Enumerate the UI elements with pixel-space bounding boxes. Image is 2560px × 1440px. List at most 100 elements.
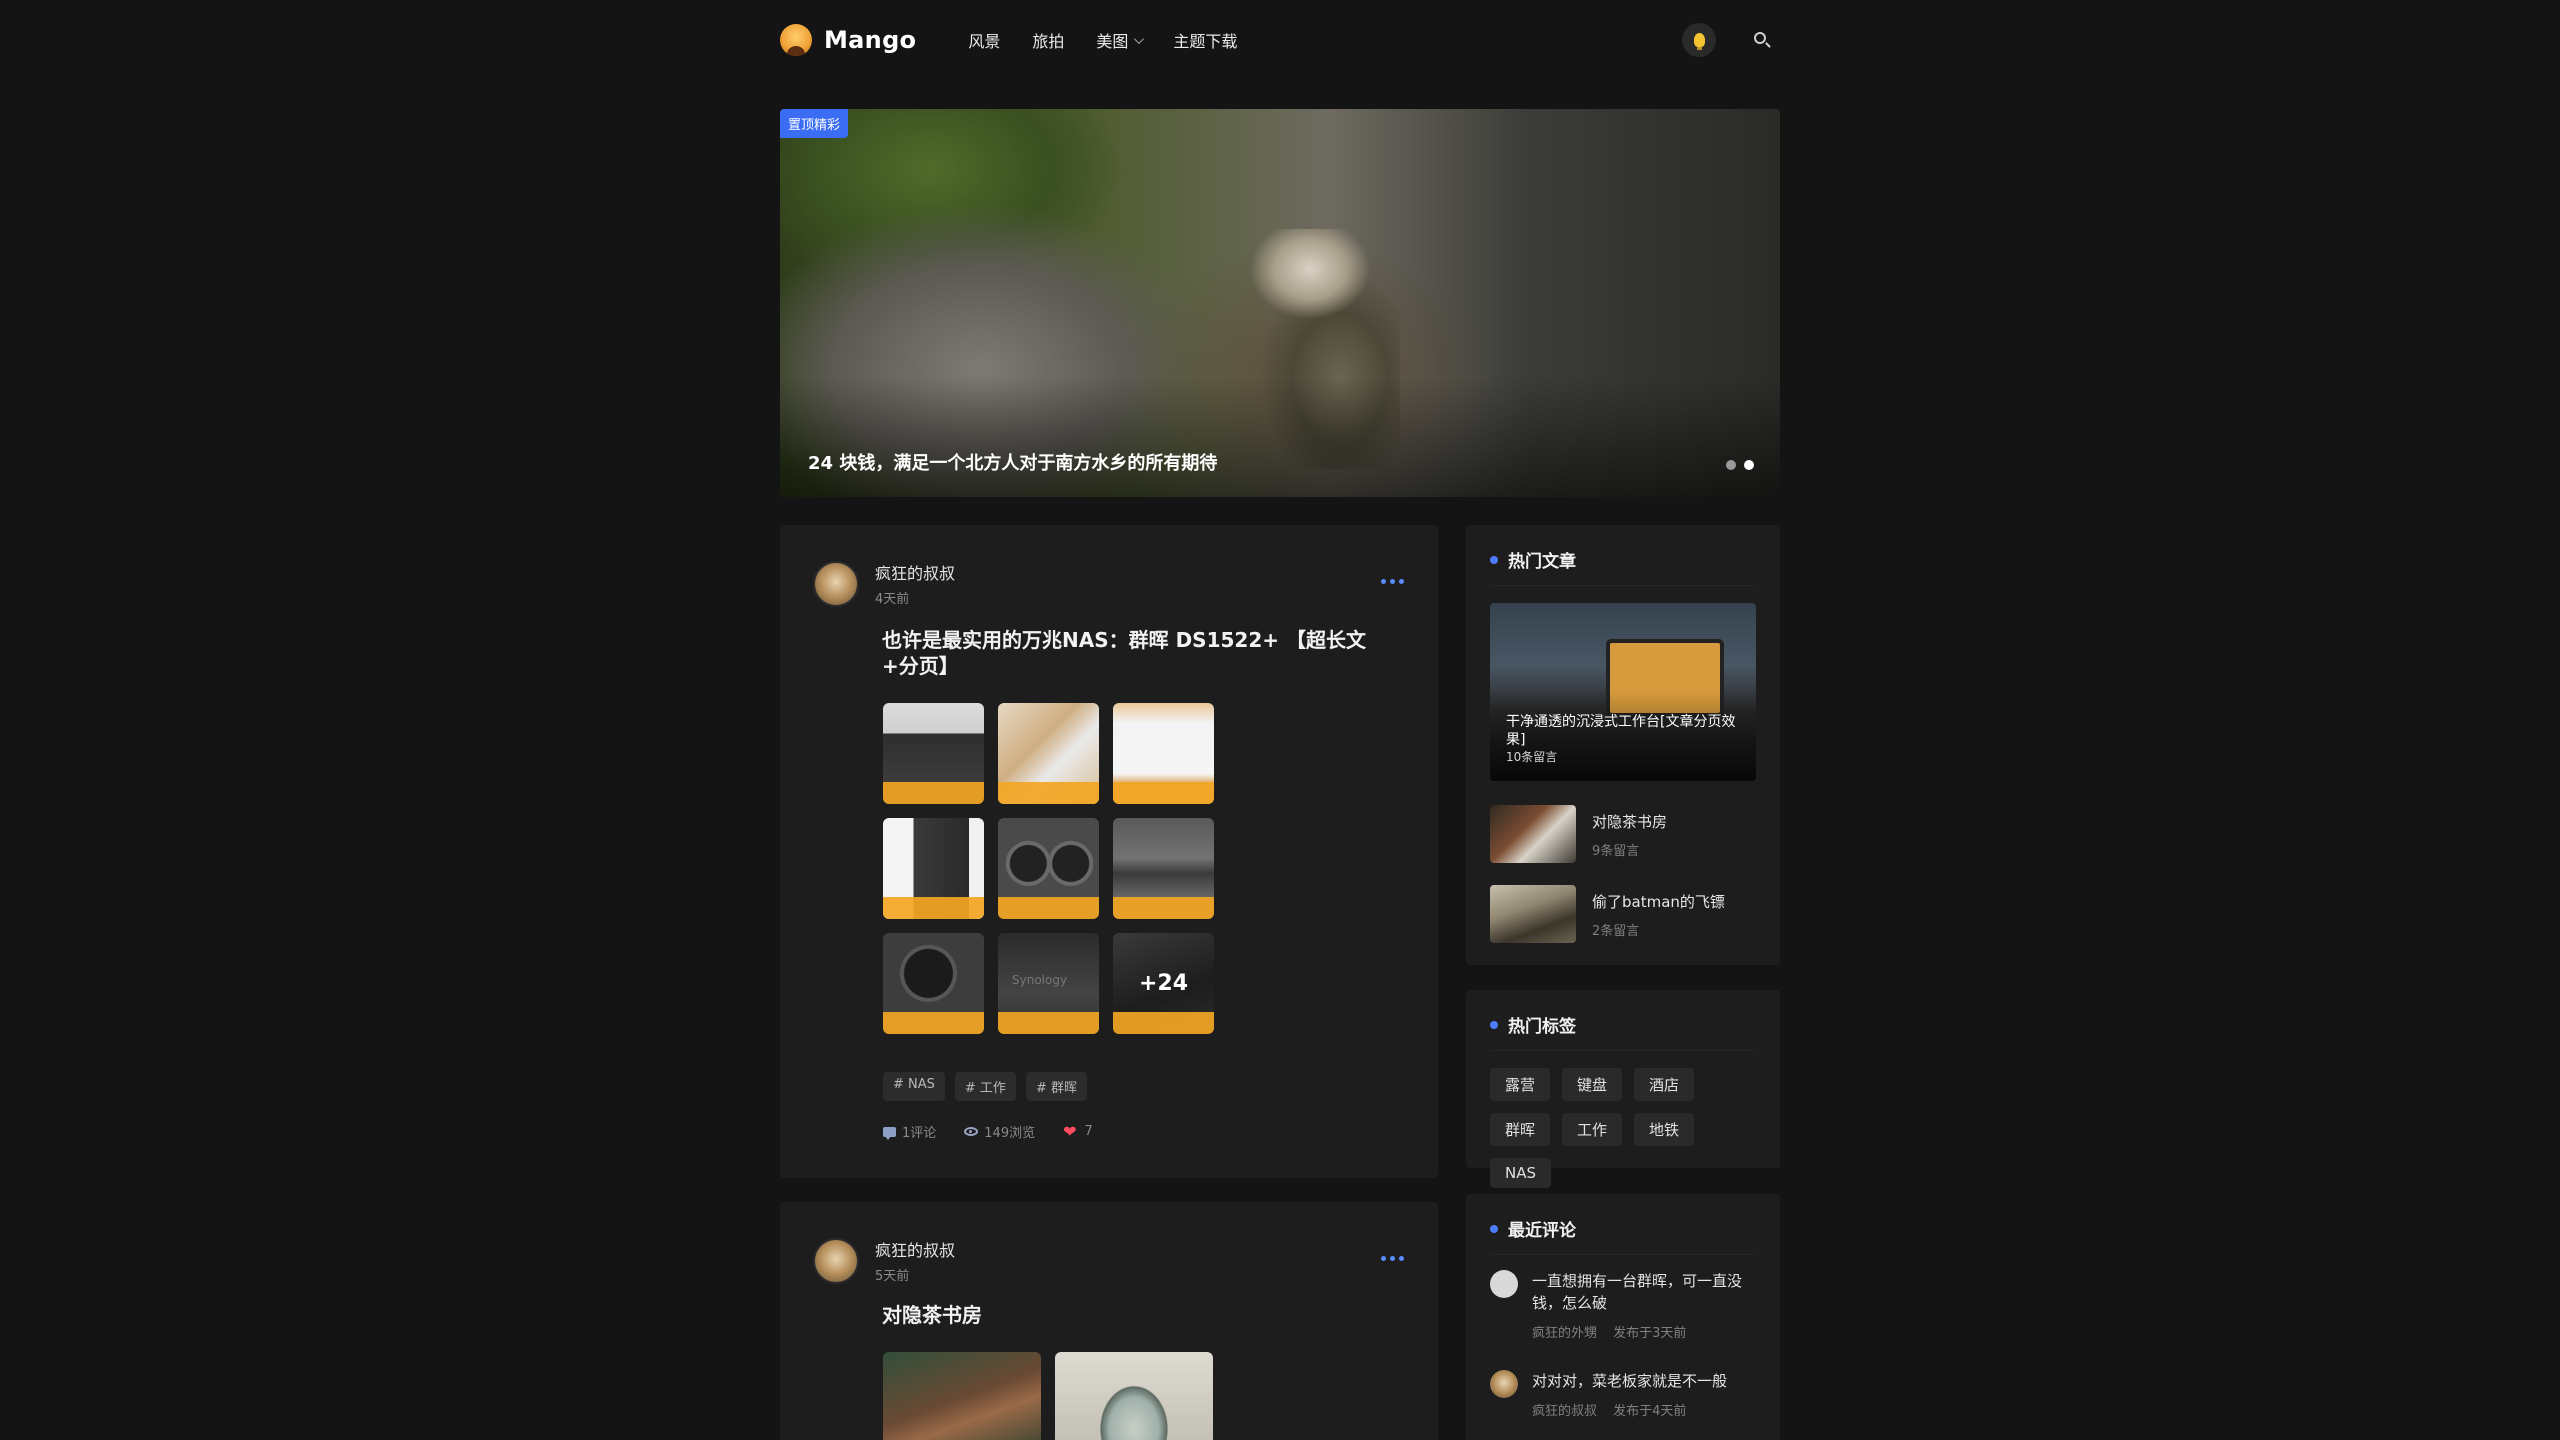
comment-author: 疯狂的叔叔 [1532,1404,1598,1419]
post-image[interactable] [883,818,984,919]
comment-count-label: 1评论 [902,1126,937,1141]
tag-nas[interactable]: # NAS [883,1072,945,1101]
tag-keyboard[interactable]: 键盘 [1562,1068,1623,1101]
hot-articles-widget: 热门文章 干净通透的沉浸式工作台[文章分页效果] 10条留言 对隐茶书房 9条留… [1466,525,1780,965]
top-navbar: Mango 风景 旅拍 美图 主题下载 [780,0,1780,80]
author-meta: 疯狂的叔叔 4天前 [875,560,955,607]
chevron-down-icon [1134,33,1145,44]
tag-work[interactable]: 工作 [1562,1113,1623,1146]
post-image[interactable] [883,933,984,1034]
more-dot-icon [1390,1256,1395,1261]
author-name[interactable]: 疯狂的叔叔 [875,560,955,584]
nav-item-gallery-label: 美图 [1096,32,1129,51]
hot-article-item[interactable]: 偷了batman的飞镖 2条留言 [1490,885,1725,943]
tag-synology[interactable]: # 群晖 [1025,1072,1087,1101]
post-author: 疯狂的叔叔 5天前 [813,1237,955,1284]
more-options-button[interactable] [1377,1256,1404,1261]
post-image[interactable] [883,1352,1041,1440]
divider [1490,1050,1756,1051]
post-image[interactable] [1113,703,1214,804]
post-image[interactable] [998,818,1099,919]
more-dot-icon [1399,579,1404,584]
post-image[interactable] [1113,818,1214,919]
search-icon [1754,32,1766,44]
search-button[interactable] [1752,30,1772,50]
widget-header: 热门标签 [1490,1012,1576,1037]
widget-title: 热门标签 [1508,1017,1576,1037]
post-image[interactable] [998,703,1099,804]
like-button[interactable]: ❤ 7 [1063,1123,1093,1140]
post-title[interactable]: 对隐茶书房 [882,1302,1402,1328]
divider [1490,1254,1756,1255]
post-author: 疯狂的叔叔 4天前 [813,560,955,607]
mango-logo-icon [780,24,812,56]
comment-count[interactable]: 1评论 [883,1122,936,1141]
theme-toggle-button[interactable] [1682,23,1716,57]
post-time: 5天前 [875,1269,910,1284]
post-time: 4天前 [875,592,910,607]
avatar[interactable] [1490,1270,1518,1298]
site-logo[interactable]: Mango [780,24,916,56]
hot-article-meta: 对隐茶书房 9条留言 [1592,805,1667,863]
hot-article-comments: 2条留言 [1592,924,1640,939]
tag-hotel[interactable]: 酒店 [1634,1068,1695,1101]
recent-comments-widget: 最近评论 一直想拥有一台群晖，可一直没钱，怎么破 疯狂的外甥 发布于3天前 对对… [1466,1194,1780,1440]
post-image[interactable] [998,933,1099,1034]
widget-header: 热门文章 [1490,547,1576,572]
comment-item: 一直想拥有一台群晖，可一直没钱，怎么破 疯狂的外甥 发布于3天前 [1490,1270,1760,1341]
tag-subway[interactable]: 地铁 [1634,1113,1695,1146]
carousel-dot-2[interactable] [1744,460,1754,470]
carousel-dot-1[interactable] [1726,460,1736,470]
author-meta: 疯狂的叔叔 5天前 [875,1237,955,1284]
hero-carousel[interactable]: 置顶精彩 24 块钱，满足一个北方人对于南方水乡的所有期待 [780,109,1780,497]
post-image[interactable] [883,703,984,804]
lightbulb-icon [1693,33,1705,50]
nav-item-theme-download[interactable]: 主题下载 [1173,28,1237,52]
tag-camping[interactable]: 露营 [1490,1068,1551,1101]
post-image-grid [883,1352,1227,1440]
post-tags: # NAS # 工作 # 群晖 [883,1072,1097,1101]
carousel-pagination [1718,460,1754,470]
featured-article[interactable]: 干净通透的沉浸式工作台[文章分页效果] 10条留言 [1490,603,1756,781]
hot-article-title: 偷了batman的飞镖 [1592,893,1725,911]
tag-work[interactable]: # 工作 [954,1072,1016,1101]
hero-title[interactable]: 24 块钱，满足一个北方人对于南方水乡的所有期待 [808,449,1217,475]
nav-item-travel-photo[interactable]: 旅拍 [1032,28,1064,52]
header-actions [1682,23,1780,57]
comment-text[interactable]: 一直想拥有一台群晖，可一直没钱，怎么破 [1532,1270,1760,1314]
nav-item-scenery[interactable]: 风景 [968,28,1000,52]
divider [1490,585,1756,586]
post-card: 疯狂的叔叔 4天前 也许是最实用的万兆NAS：群晖 DS1522+ 【超长文+分… [780,525,1438,1178]
post-image[interactable] [1055,1352,1213,1440]
comment-body: 对对对，菜老板家就是不一般 疯狂的叔叔 发布于4天前 [1532,1370,1727,1419]
post-image-more[interactable]: +24 [1113,933,1214,1034]
hero-gradient-overlay [780,377,1780,497]
like-count: 7 [1084,1124,1093,1139]
author-name[interactable]: 疯狂的叔叔 [875,1237,955,1261]
comment-meta: 疯狂的叔叔 发布于4天前 [1532,1400,1727,1419]
more-dot-icon [1390,579,1395,584]
nav-item-gallery[interactable]: 美图 [1096,28,1145,52]
hot-article-title: 对隐茶书房 [1592,813,1668,831]
comment-text[interactable]: 对对对，菜老板家就是不一般 [1532,1370,1727,1392]
tag-nas[interactable]: NAS [1490,1158,1552,1188]
more-images-count: +24 [1138,971,1189,996]
avatar[interactable] [813,560,859,607]
comment-time: 发布于4天前 [1613,1404,1687,1419]
more-dot-icon [1381,579,1386,584]
avatar[interactable] [813,1237,859,1284]
view-count-label: 149浏览 [984,1126,1036,1141]
post-title[interactable]: 也许是最实用的万兆NAS：群晖 DS1522+ 【超长文+分页】 [882,627,1402,679]
tag-cloud: 露营 键盘 酒店 群晖 工作 地铁 NAS [1490,1068,1770,1200]
post-stats: 1评论 149浏览 ❤ 7 [883,1122,1121,1141]
avatar[interactable] [1490,1370,1518,1398]
tag-synology[interactable]: 群晖 [1490,1113,1551,1146]
hot-article-item[interactable]: 对隐茶书房 9条留言 [1490,805,1667,863]
hot-tags-widget: 热门标签 露营 键盘 酒店 群晖 工作 地铁 NAS [1466,990,1780,1188]
bullet-dot-icon [1490,1020,1498,1029]
more-options-button[interactable] [1377,579,1404,584]
post-image-grid: +24 [883,703,1214,1034]
featured-article-title: 干净通透的沉浸式工作台[文章分页效果] [1506,714,1736,748]
bullet-dot-icon [1490,555,1498,564]
featured-article-comments: 10条留言 [1506,750,1558,764]
